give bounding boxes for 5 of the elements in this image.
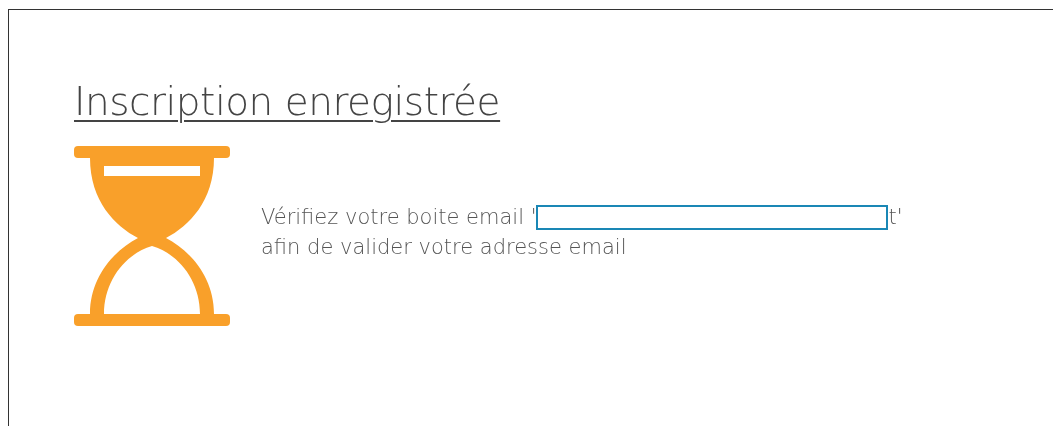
page-title: Inscription enregistrée xyxy=(74,78,501,126)
message-text: afin de valider votre adresse email xyxy=(261,234,628,261)
message-text: t' xyxy=(888,204,903,231)
message-text: Vérifiez votre boite email ' xyxy=(261,204,537,231)
hourglass-icon xyxy=(74,146,230,326)
